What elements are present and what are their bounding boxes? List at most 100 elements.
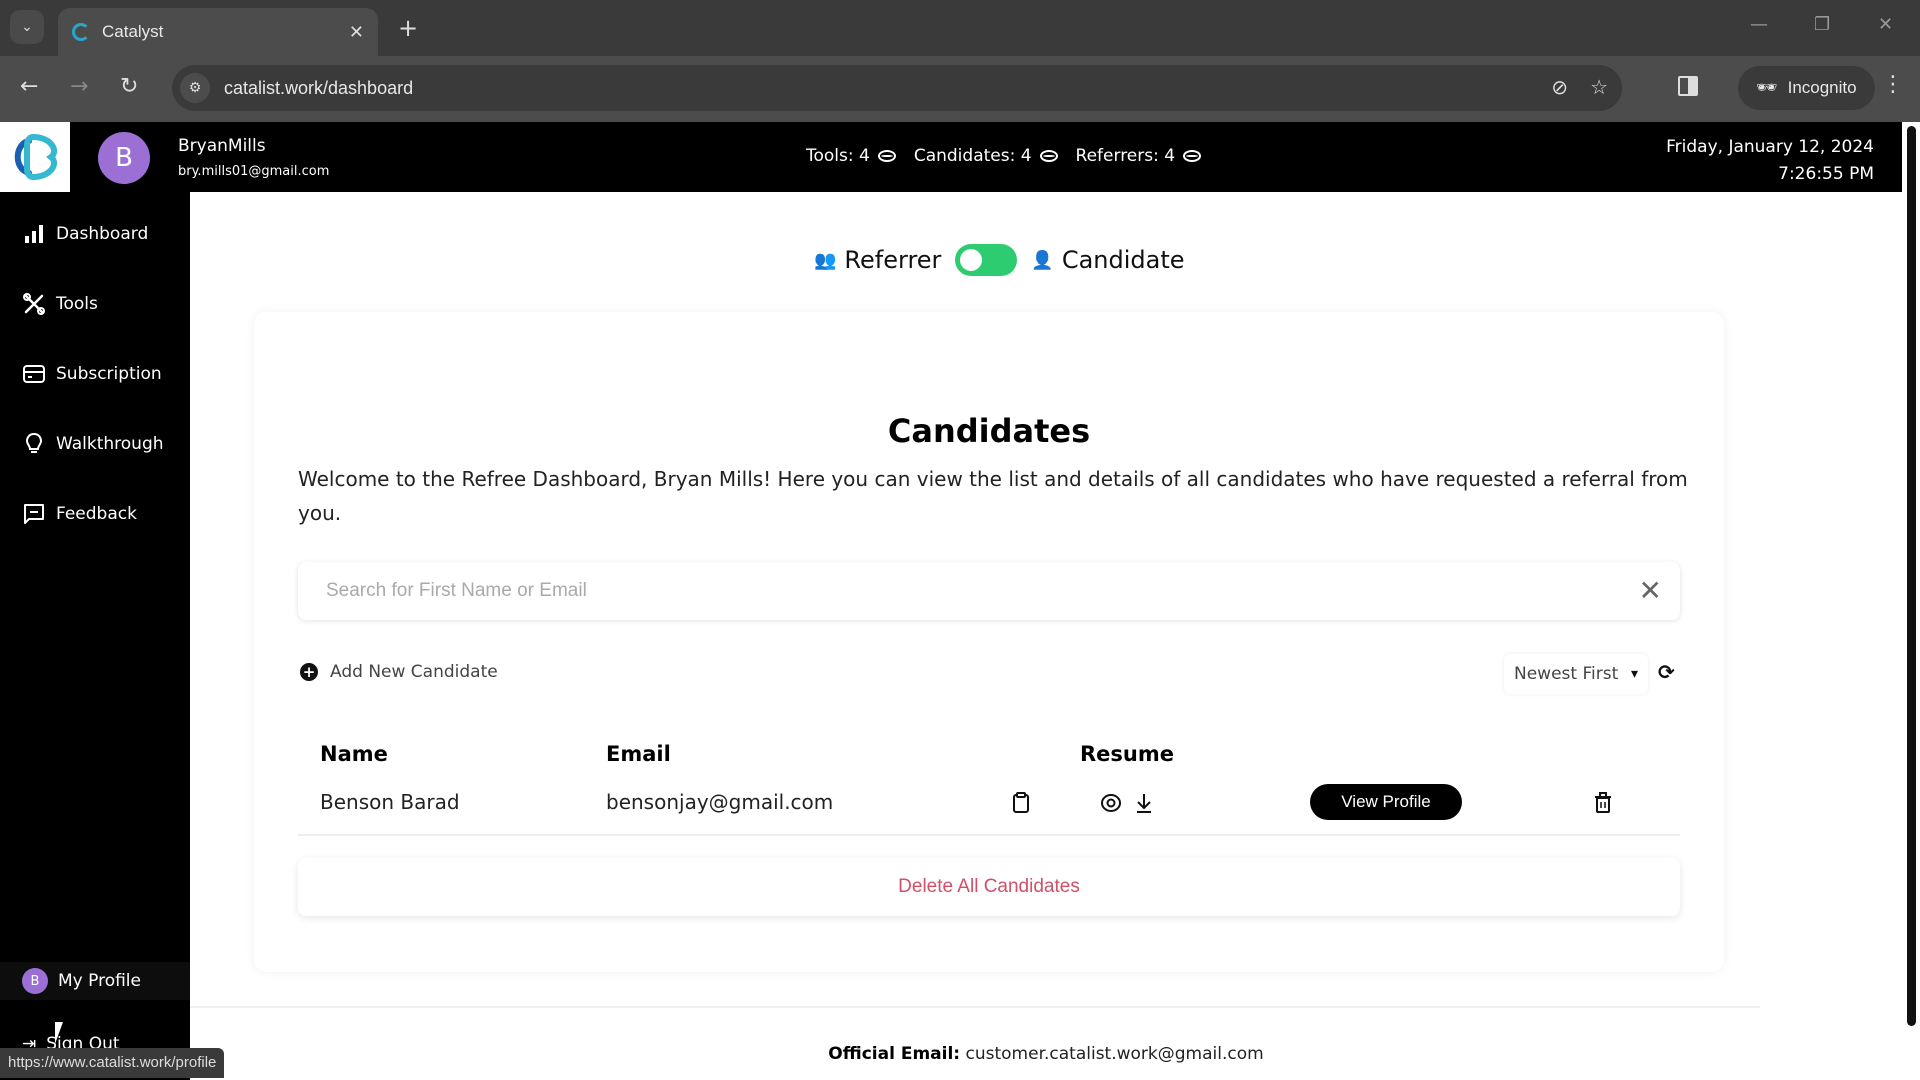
sidebar-item-label: My Profile bbox=[58, 971, 141, 991]
browser-tab-strip: ⌄ Catalyst ✕ + — ❐ ✕ bbox=[0, 0, 1920, 56]
plus-circle-icon: + bbox=[300, 663, 318, 681]
incognito-label: Incognito bbox=[1787, 78, 1857, 97]
address-bar[interactable]: ⚙ catalist.work/dashboard ⊘ ☆ bbox=[172, 65, 1622, 111]
user-tie-icon: 👤 bbox=[1031, 249, 1054, 271]
bar-chart-icon bbox=[25, 225, 43, 243]
catalyst-favicon-icon bbox=[72, 23, 90, 41]
reload-icon[interactable]: ↻ bbox=[120, 74, 138, 99]
official-email[interactable]: customer.catalist.work@gmail.com bbox=[966, 1044, 1264, 1064]
role-toggle: 👥 Referrer 👤 Candidate bbox=[814, 244, 1185, 276]
trash-icon[interactable] bbox=[1594, 792, 1612, 818]
referrer-label: Referrer bbox=[844, 246, 942, 274]
add-new-candidate-button[interactable]: + Add New Candidate bbox=[300, 662, 498, 682]
official-email-label: Official Email: bbox=[828, 1044, 961, 1064]
scrollbar-thumb[interactable] bbox=[1907, 126, 1916, 1026]
coin-icon bbox=[877, 150, 896, 162]
tab-title: Catalyst bbox=[102, 22, 164, 41]
stats-bar: Tools: 4 Candidates: 4 Referrers: 4 bbox=[806, 146, 1202, 166]
status-bar-url: https://www.catalist.work/profile bbox=[0, 1048, 225, 1078]
copy-email-icon[interactable] bbox=[1012, 792, 1030, 818]
referrer-option[interactable]: 👥 Referrer bbox=[814, 246, 941, 274]
browser-menu-icon[interactable]: ⋮ bbox=[1882, 72, 1904, 97]
sort-select[interactable]: Newest First ▾ bbox=[1504, 654, 1648, 694]
sidebar-item-tools[interactable]: Tools bbox=[22, 292, 98, 316]
mouse-cursor-icon bbox=[55, 1022, 73, 1044]
sidebar-item-label: Feedback bbox=[56, 504, 137, 524]
date-time: Friday, January 12, 2024 7:26:55 PM bbox=[1666, 134, 1874, 188]
minimize-icon[interactable]: — bbox=[1750, 14, 1768, 35]
back-icon[interactable]: ← bbox=[20, 74, 38, 99]
stat-candidates: Candidates: 4 bbox=[914, 146, 1058, 166]
sidebar-item-walkthrough[interactable]: Walkthrough bbox=[22, 432, 164, 456]
stat-referrers: Referrers: 4 bbox=[1076, 146, 1202, 166]
chevron-down-icon: ▾ bbox=[1630, 666, 1638, 682]
coin-icon bbox=[1039, 150, 1058, 162]
role-switch[interactable] bbox=[955, 244, 1018, 276]
view-resume-icon[interactable] bbox=[1100, 792, 1122, 818]
profile-avatar: B bbox=[22, 968, 48, 994]
view-profile-button[interactable]: View Profile bbox=[1310, 784, 1462, 820]
column-header-email: Email bbox=[606, 742, 671, 766]
side-panel-icon[interactable] bbox=[1678, 76, 1698, 96]
candidates-card: Candidates Welcome to the Refree Dashboa… bbox=[254, 312, 1724, 972]
stat-tools: Tools: 4 bbox=[806, 146, 896, 166]
add-new-label: Add New Candidate bbox=[330, 662, 498, 682]
page-title: Candidates bbox=[887, 412, 1091, 450]
url-text[interactable]: catalist.work/dashboard bbox=[224, 78, 413, 99]
page-description: Welcome to the Refree Dashboard, Bryan M… bbox=[298, 467, 1688, 525]
chat-icon bbox=[24, 504, 44, 524]
current-time: 7:26:55 PM bbox=[1778, 164, 1874, 184]
column-header-name: Name bbox=[320, 742, 388, 766]
candidate-option[interactable]: 👤 Candidate bbox=[1031, 246, 1184, 274]
candidate-label: Candidate bbox=[1061, 246, 1185, 274]
catalyst-logo-icon bbox=[14, 133, 58, 181]
incognito-indicator[interactable]: 🕶 Incognito bbox=[1738, 66, 1875, 110]
close-tab-icon[interactable]: ✕ bbox=[349, 22, 364, 43]
column-header-resume: Resume bbox=[1080, 742, 1174, 766]
current-date: Friday, January 12, 2024 bbox=[1666, 137, 1874, 157]
restore-icon[interactable]: ❐ bbox=[1814, 14, 1830, 35]
app-header: B BryanMills bry.mills01@gmail.com Tools… bbox=[0, 122, 1902, 192]
lightbulb-icon bbox=[25, 432, 43, 453]
table-row: Benson Barad bensonjay@gmail.com View Pr… bbox=[298, 772, 1680, 836]
catalyst-logo[interactable] bbox=[0, 122, 70, 192]
sidebar-item-label: Subscription bbox=[56, 364, 162, 384]
refresh-icon[interactable]: ⟳ bbox=[1658, 660, 1675, 684]
search-box: ✕ bbox=[298, 562, 1680, 620]
sidebar-item-dashboard[interactable]: Dashboard bbox=[22, 222, 148, 246]
user-email: bry.mills01@gmail.com bbox=[178, 164, 330, 179]
search-input[interactable] bbox=[298, 562, 1680, 620]
candidate-name: Benson Barad bbox=[320, 790, 460, 814]
tab-search-button[interactable]: ⌄ bbox=[10, 10, 44, 44]
browser-tab[interactable]: Catalyst ✕ bbox=[58, 8, 378, 56]
sort-selected-value: Newest First bbox=[1514, 664, 1619, 684]
main-content: 👥 Referrer 👤 Candidate Candidates Welcom… bbox=[190, 192, 1902, 1080]
candidate-email: bensonjay@gmail.com bbox=[606, 790, 834, 814]
user-name: BryanMills bbox=[178, 136, 266, 156]
coin-icon bbox=[1183, 150, 1202, 162]
browser-toolbar: ← → ↻ ⚙ catalist.work/dashboard ⊘ ☆ 🕶 In… bbox=[0, 56, 1920, 122]
sidebar-item-my-profile[interactable]: B My Profile bbox=[0, 962, 190, 1000]
forward-icon[interactable]: → bbox=[70, 74, 88, 99]
incognito-icon: 🕶 bbox=[1756, 78, 1778, 97]
sidebar-item-subscription[interactable]: Subscription bbox=[22, 362, 162, 386]
sidebar-item-label: Tools bbox=[56, 294, 98, 314]
close-window-icon[interactable]: ✕ bbox=[1878, 14, 1893, 35]
sidebar: Dashboard Tools Subscription Walkthrough… bbox=[0, 192, 190, 1080]
delete-all-candidates-button[interactable]: Delete All Candidates bbox=[298, 858, 1680, 916]
page-scrollbar[interactable] bbox=[1904, 122, 1920, 1080]
site-settings-icon[interactable]: ⚙ bbox=[180, 73, 210, 103]
users-group-icon: 👥 bbox=[814, 249, 837, 271]
tracking-protection-icon[interactable]: ⊘ bbox=[1551, 75, 1568, 99]
sidebar-item-feedback[interactable]: Feedback bbox=[22, 502, 137, 526]
sidebar-item-label: Walkthrough bbox=[56, 434, 164, 454]
new-tab-button[interactable]: + bbox=[398, 14, 418, 42]
credit-card-icon bbox=[23, 365, 45, 383]
user-avatar[interactable]: B bbox=[98, 132, 150, 184]
footer: Official Email: customer.catalist.work@g… bbox=[190, 1044, 1902, 1064]
sidebar-item-label: Dashboard bbox=[56, 224, 149, 244]
footer-divider bbox=[190, 1006, 1760, 1008]
bookmark-star-icon[interactable]: ☆ bbox=[1590, 75, 1608, 99]
download-resume-icon[interactable] bbox=[1134, 792, 1154, 818]
clear-search-icon[interactable]: ✕ bbox=[1639, 574, 1662, 607]
